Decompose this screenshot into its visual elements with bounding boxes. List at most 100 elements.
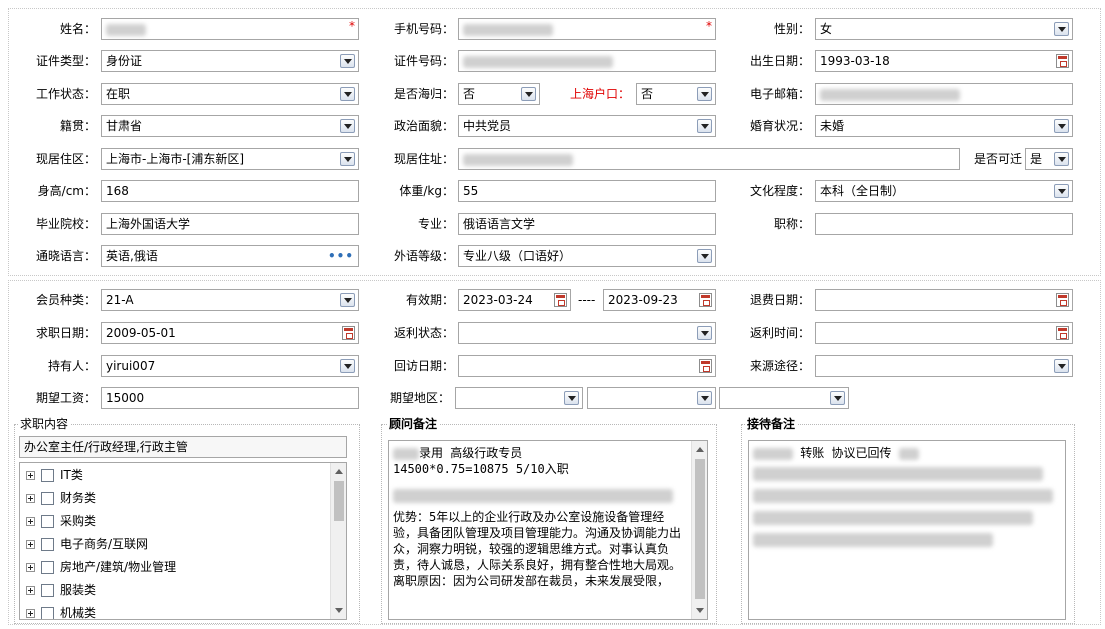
gender-select[interactable]: 女: [815, 18, 1073, 40]
calendar-icon[interactable]: [342, 326, 355, 340]
expand-icon[interactable]: [26, 563, 35, 572]
major-field[interactable]: 俄语语言文学: [458, 213, 716, 235]
visit-date-field[interactable]: [458, 355, 716, 377]
id-no-field[interactable]: [458, 50, 716, 72]
email-field[interactable]: [815, 83, 1073, 105]
chevron-down-icon[interactable]: [340, 119, 355, 133]
chevron-down-icon[interactable]: [1054, 184, 1069, 198]
scroll-thumb[interactable]: [334, 481, 344, 521]
native-select[interactable]: 甘肃省: [101, 115, 359, 137]
education-select[interactable]: 本科（全日制）: [815, 180, 1073, 202]
tree-item-machinery[interactable]: 机械类: [26, 603, 96, 619]
calendar-icon[interactable]: [1056, 54, 1069, 68]
tree-item-realestate[interactable]: 房地产/建筑/物业管理: [26, 557, 176, 577]
shanghai-hukou-select[interactable]: 否: [636, 83, 716, 105]
ellipsis-icon[interactable]: •••: [328, 246, 354, 266]
school-field[interactable]: 上海外国语大学: [101, 213, 359, 235]
calendar-icon[interactable]: [699, 293, 712, 307]
member-type-select[interactable]: 21-A: [101, 289, 359, 311]
rebate-time-field[interactable]: [815, 322, 1073, 344]
languages-field[interactable]: 英语,俄语 •••: [101, 245, 359, 267]
scroll-thumb[interactable]: [695, 459, 705, 599]
expand-icon[interactable]: [26, 609, 35, 618]
chevron-down-icon[interactable]: [340, 359, 355, 373]
tree-item-finance[interactable]: 财务类: [26, 488, 96, 508]
checkbox[interactable]: [41, 492, 54, 505]
expand-icon[interactable]: [26, 586, 35, 595]
redacted-text: [106, 23, 146, 36]
rebate-status-select[interactable]: [458, 322, 716, 344]
refund-date-field[interactable]: [815, 289, 1073, 311]
chevron-down-icon[interactable]: [697, 249, 712, 263]
tree-item-ecommerce[interactable]: 电子商务/互联网: [26, 534, 148, 554]
region-district-select[interactable]: [719, 387, 849, 409]
expand-icon[interactable]: [26, 540, 35, 549]
scroll-down-icon[interactable]: [335, 608, 343, 613]
birth-date-field[interactable]: 1993-03-18: [815, 50, 1073, 72]
id-type-select[interactable]: 身份证: [101, 50, 359, 72]
scroll-up-icon[interactable]: [335, 469, 343, 474]
chevron-down-icon[interactable]: [697, 119, 712, 133]
checkbox[interactable]: [41, 515, 54, 528]
note-scrollbar[interactable]: [691, 441, 707, 619]
chevron-down-icon[interactable]: [1054, 22, 1069, 36]
expand-icon[interactable]: [26, 471, 35, 480]
tree-item-purchasing[interactable]: 采购类: [26, 511, 96, 531]
weight-field[interactable]: 55: [458, 180, 716, 202]
job-category-tree[interactable]: IT类 财务类 采购类 电子商务/互联网 房地产/建筑/物业管理 服装类 机械类: [19, 462, 347, 620]
relocate-select[interactable]: 是: [1025, 148, 1073, 170]
chevron-down-icon[interactable]: [340, 87, 355, 101]
chevron-down-icon[interactable]: [340, 152, 355, 166]
residence-area-select[interactable]: 上海市-上海市-[浦东新区]: [101, 148, 359, 170]
reception-note-textarea[interactable]: 转账 协议已回传: [748, 440, 1066, 620]
job-intent-selected-text: 办公室主任/行政经理,行政主管: [24, 440, 188, 454]
chevron-down-icon[interactable]: [830, 391, 845, 405]
address-field[interactable]: [458, 148, 960, 170]
chevron-down-icon[interactable]: [697, 326, 712, 340]
salary-field[interactable]: 15000: [101, 387, 359, 409]
region-province-select[interactable]: [455, 387, 583, 409]
calendar-icon[interactable]: [1056, 326, 1069, 340]
chevron-down-icon[interactable]: [564, 391, 579, 405]
chevron-down-icon[interactable]: [697, 87, 712, 101]
politics-select[interactable]: 中共党员: [458, 115, 716, 137]
consultant-note-textarea[interactable]: 录用 高级行政专员 14500*0.75=10875 5/10入职 优势：5年以…: [388, 440, 708, 620]
lang-level-select[interactable]: 专业八级（口语好）: [458, 245, 716, 267]
title-field[interactable]: [815, 213, 1073, 235]
chevron-down-icon[interactable]: [340, 54, 355, 68]
name-field[interactable]: *: [101, 18, 359, 40]
region-city-select[interactable]: [587, 387, 716, 409]
chevron-down-icon[interactable]: [1054, 359, 1069, 373]
calendar-icon[interactable]: [554, 293, 567, 307]
chevron-down-icon[interactable]: [1054, 152, 1069, 166]
chevron-down-icon[interactable]: [697, 391, 712, 405]
job-date-field[interactable]: 2009-05-01: [101, 322, 359, 344]
checkbox[interactable]: [41, 538, 54, 551]
holder-select[interactable]: yirui007: [101, 355, 359, 377]
work-status-select[interactable]: 在职: [101, 83, 359, 105]
returnee-select[interactable]: 否: [458, 83, 540, 105]
source-select[interactable]: [815, 355, 1073, 377]
chevron-down-icon[interactable]: [340, 293, 355, 307]
tree-item-apparel[interactable]: 服装类: [26, 580, 96, 600]
chevron-down-icon[interactable]: [1054, 119, 1069, 133]
gender-label: 性别：: [773, 22, 810, 36]
expand-icon[interactable]: [26, 517, 35, 526]
checkbox[interactable]: [41, 561, 54, 574]
tree-item-it[interactable]: IT类: [26, 465, 83, 485]
tree-scrollbar[interactable]: [330, 463, 346, 619]
calendar-icon[interactable]: [1056, 293, 1069, 307]
validity-to-field[interactable]: 2023-09-23: [603, 289, 716, 311]
checkbox[interactable]: [41, 469, 54, 482]
validity-from-field[interactable]: 2023-03-24: [458, 289, 571, 311]
height-field[interactable]: 168: [101, 180, 359, 202]
checkbox[interactable]: [41, 584, 54, 597]
checkbox[interactable]: [41, 607, 54, 619]
scroll-up-icon[interactable]: [696, 447, 704, 452]
expand-icon[interactable]: [26, 494, 35, 503]
calendar-icon[interactable]: [699, 359, 712, 373]
chevron-down-icon[interactable]: [521, 87, 536, 101]
marital-select[interactable]: 未婚: [815, 115, 1073, 137]
phone-field[interactable]: *: [458, 18, 716, 40]
scroll-down-icon[interactable]: [696, 608, 704, 613]
